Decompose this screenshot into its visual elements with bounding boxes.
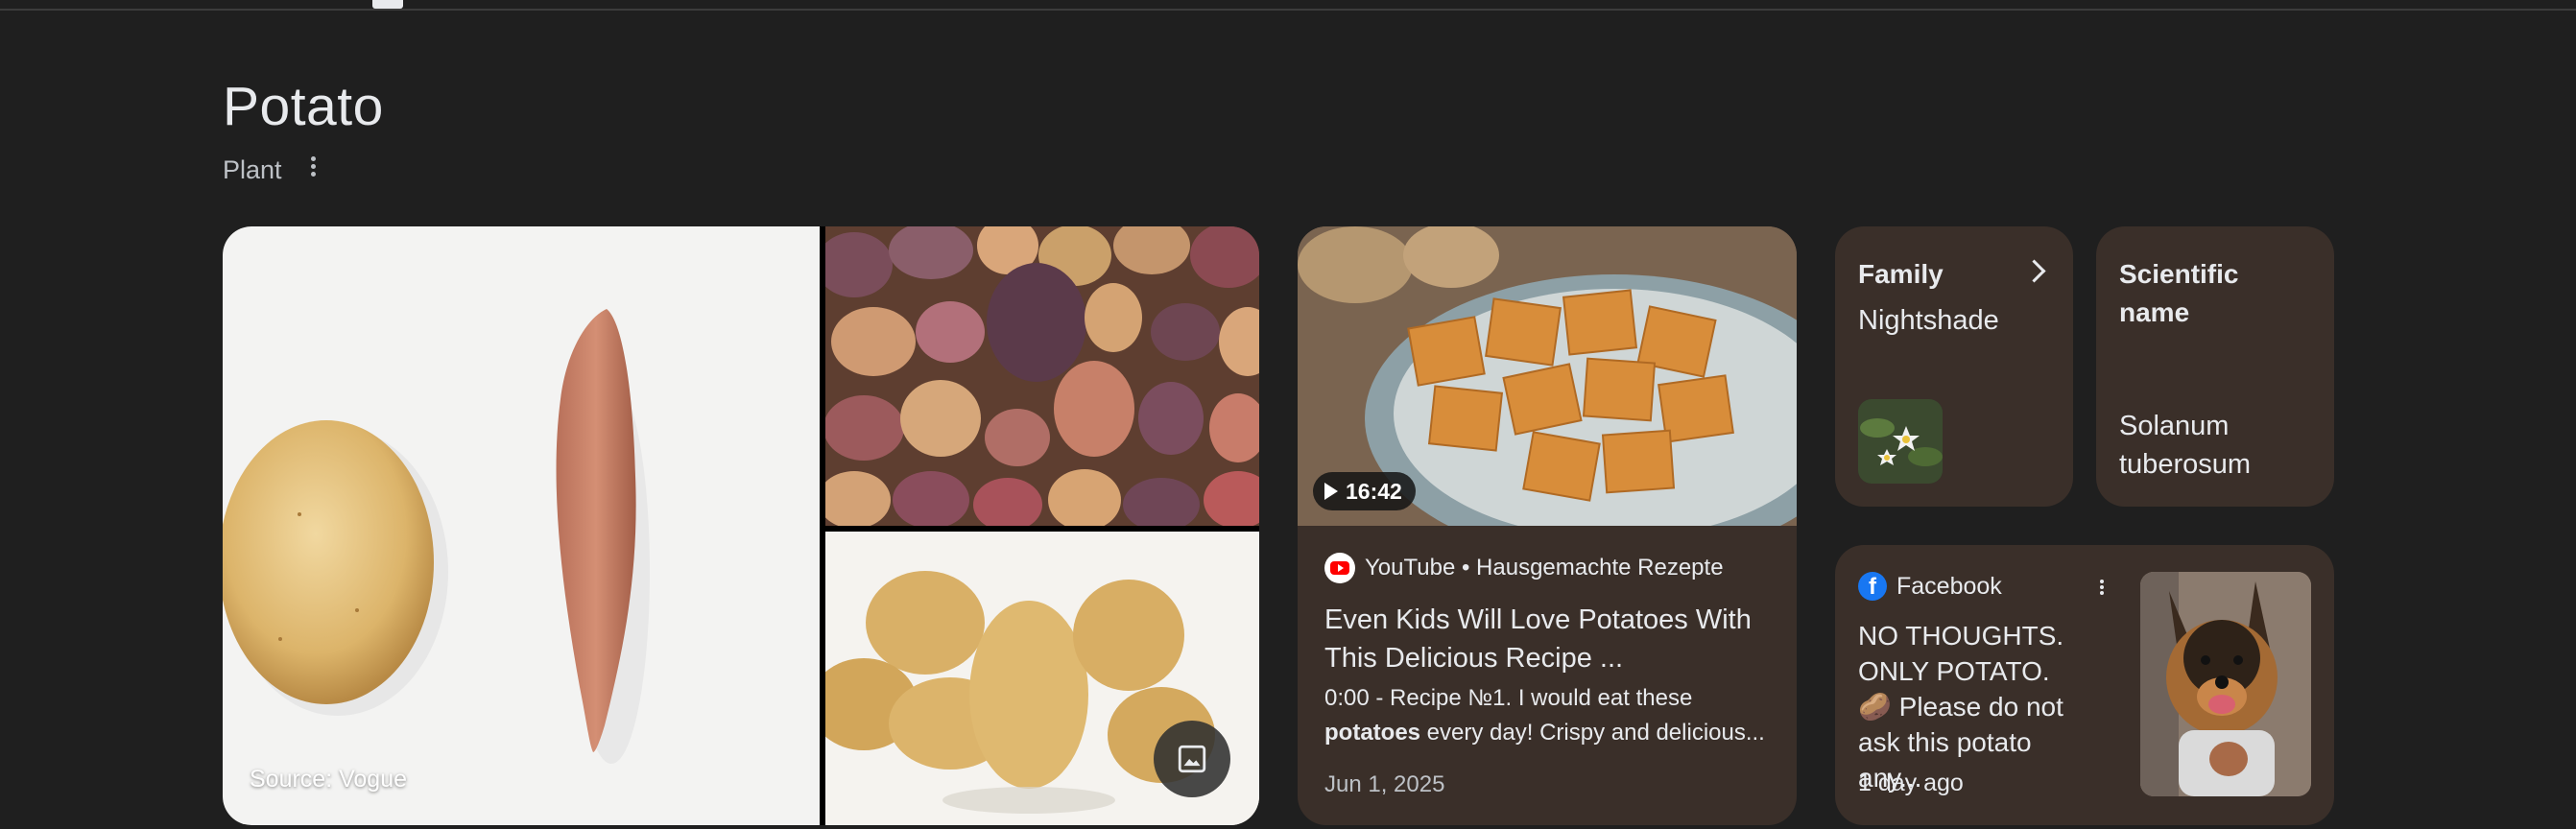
dog-photo-thumbnail[interactable] [2140, 572, 2311, 796]
video-result-card[interactable]: 16:42 YouTube • Hausgemachte Rezepte Eve… [1298, 226, 1797, 825]
facebook-post-card[interactable]: f Facebook NO THOUGHTS. ONLY POTATO. 🥔 P… [1835, 545, 2334, 825]
facebook-source: Facebook [1896, 572, 2002, 600]
youtube-icon [1324, 553, 1355, 583]
scientific-name-label: Scientific name [2119, 259, 2239, 327]
facebook-source-row: f Facebook [1858, 572, 2002, 601]
more-images-button[interactable] [1154, 721, 1230, 797]
nightshade-flower-image[interactable] [1858, 399, 1943, 484]
scientific-name-card[interactable]: Scientific name Solanum tuberosum [2096, 226, 2334, 507]
image-icon [1178, 745, 1206, 773]
yellow-potatoes-image[interactable] [825, 532, 1259, 825]
family-label: Family [1858, 259, 1944, 289]
video-duration-badge: 16:42 [1313, 472, 1416, 510]
video-thumbnail[interactable]: 16:42 [1298, 226, 1797, 526]
video-title[interactable]: Even Kids Will Love Potatoes With This D… [1324, 601, 1776, 677]
scientific-name-value: Solanum tuberosum [2119, 411, 2252, 480]
family-fact-card[interactable]: Family Nightshade [1835, 226, 2073, 507]
video-duration: 16:42 [1346, 478, 1402, 504]
play-icon [1324, 483, 1338, 500]
family-value: Nightshade [1858, 305, 1999, 336]
facebook-icon: f [1858, 572, 1887, 601]
chevron-right-icon [2022, 259, 2046, 283]
entity-subtitle: Plant [223, 155, 282, 184]
more-options-icon[interactable] [303, 154, 322, 182]
video-source: YouTube • Hausgemachte Rezepte [1365, 555, 1724, 580]
video-date: Jun 1, 2025 [1324, 771, 1445, 797]
more-options-icon[interactable] [2094, 578, 2110, 603]
video-source-row: YouTube • Hausgemachte Rezepte [1324, 553, 1724, 583]
facebook-post-time: 1 day ago [1858, 770, 1964, 796]
active-tab-indicator [372, 0, 403, 9]
potato-and-sweet-potato-image[interactable]: Source: Vogue [223, 226, 820, 825]
top-tab-bar [0, 0, 2576, 11]
image-source-caption: Source: Vogue [250, 766, 408, 793]
image-collage: Source: Vogue [223, 226, 1259, 825]
video-snippet: 0:00 - Recipe №1. I would eat these pota… [1324, 685, 1765, 746]
mixed-potatoes-image[interactable] [825, 226, 1259, 526]
entity-title: Potato [223, 76, 384, 137]
